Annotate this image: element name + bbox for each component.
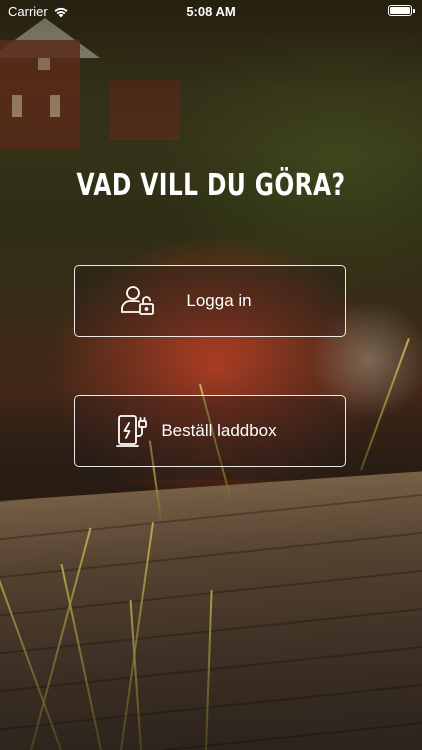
login-button[interactable]: Logga in xyxy=(74,265,346,337)
battery-fill xyxy=(390,7,410,14)
status-time: 5:08 AM xyxy=(186,4,236,19)
order-charger-button[interactable]: Beställ laddbox xyxy=(74,395,346,467)
background-image xyxy=(0,0,422,750)
order-charger-label: Beställ laddbox xyxy=(161,421,277,440)
status-bar: Carrier 5:08 AM xyxy=(0,0,422,24)
page-title: VAD VILL DU GÖRA? xyxy=(76,168,346,203)
login-label: Logga in xyxy=(186,291,252,310)
battery-icon xyxy=(388,5,415,16)
